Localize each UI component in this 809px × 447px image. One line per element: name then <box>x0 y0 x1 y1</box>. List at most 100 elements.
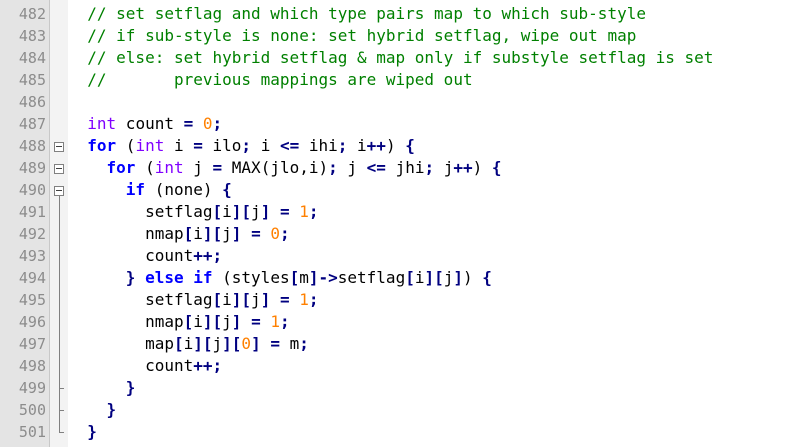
code-token: [ <box>212 290 223 309</box>
code-text[interactable]: // previous mappings are wiped out <box>68 69 473 91</box>
code-token: ( <box>135 158 155 177</box>
code-token: setflag <box>68 290 213 309</box>
fold-minus-icon[interactable] <box>54 186 64 196</box>
code-text[interactable]: setflag[i][j] = 1; <box>68 289 318 311</box>
code-token: ] <box>231 312 242 331</box>
code-text[interactable]: for (int j = MAX(jlo,i); j <= jhi; j++) … <box>68 157 502 179</box>
code-token: else <box>145 268 184 287</box>
code-token: ] <box>453 268 464 287</box>
code-token: i <box>193 312 203 331</box>
code-token: i <box>222 202 232 221</box>
code-token: (none) <box>145 180 223 199</box>
code-text[interactable]: nmap[i][j] = 1; <box>68 311 290 333</box>
line-number: 486 <box>18 93 46 111</box>
code-line[interactable]: 491 setflag[i][j] = 1; <box>0 201 809 223</box>
code-token: <= <box>279 136 300 155</box>
code-token: count <box>68 246 194 265</box>
code-token: [ <box>173 334 184 353</box>
code-line[interactable]: 499 } <box>0 377 809 399</box>
code-line[interactable]: 496 nmap[i][j] = 1; <box>0 311 809 333</box>
code-line[interactable]: 483 // if sub-style is none: set hybrid … <box>0 25 809 47</box>
code-token: // previous mappings are wiped out <box>87 70 473 89</box>
code-token: ][ <box>424 268 444 287</box>
line-number: 485 <box>18 71 46 89</box>
code-line[interactable]: 489 for (int j = MAX(jlo,i); j <= jhi; j… <box>0 157 809 179</box>
code-token: // else: set hybrid setflag & map only i… <box>87 48 714 67</box>
code-token: (styles <box>212 268 290 287</box>
code-line[interactable]: 497 map[i][j][0] = m; <box>0 333 809 355</box>
code-token: nmap <box>68 224 184 243</box>
code-line[interactable]: 486 <box>0 91 809 113</box>
code-line[interactable]: 495 setflag[i][j] = 1; <box>0 289 809 311</box>
code-text[interactable]: setflag[i][j] = 1; <box>68 201 318 223</box>
code-token: [ <box>405 268 415 287</box>
code-token: for <box>106 158 136 177</box>
fold-end-marker <box>59 410 64 411</box>
code-token: j <box>183 158 213 177</box>
code-token: i <box>193 224 203 243</box>
line-number: 493 <box>18 247 46 265</box>
fold-guide-line <box>59 196 60 432</box>
fold-minus-icon[interactable] <box>54 142 64 152</box>
code-line[interactable]: 485 // previous mappings are wiped out <box>0 69 809 91</box>
code-line[interactable]: 482 // set setflag and which type pairs … <box>0 3 809 25</box>
code-token: i <box>347 136 367 155</box>
code-line[interactable]: 487 int count = 0; <box>0 113 809 135</box>
code-token: = <box>279 202 290 221</box>
code-line[interactable]: 488 for (int i = ilo; i <= ihi; i++) { <box>0 135 809 157</box>
code-token: j <box>222 224 232 243</box>
line-number: 500 <box>18 401 46 419</box>
code-token: if <box>193 268 213 287</box>
code-line[interactable]: 492 nmap[i][j] = 0; <box>0 223 809 245</box>
line-number: 492 <box>18 225 46 243</box>
code-text[interactable]: } <box>68 421 97 443</box>
code-token: j <box>222 312 232 331</box>
code-token: ][ <box>222 334 242 353</box>
code-text[interactable]: if (none) { <box>68 179 232 201</box>
code-line[interactable]: 494 } else if (styles[m]->setflag[i][j])… <box>0 267 809 289</box>
fold-end-marker <box>59 388 64 389</box>
code-token: ihi <box>299 136 338 155</box>
code-line[interactable]: 498 count++; <box>0 355 809 377</box>
code-text[interactable]: for (int i = ilo; i <= ihi; i++) { <box>68 135 415 157</box>
code-line[interactable]: 501 } <box>0 421 809 443</box>
code-text[interactable]: // else: set hybrid setflag & map only i… <box>68 47 713 69</box>
code-token: } <box>87 422 97 441</box>
line-number: 501 <box>18 423 46 441</box>
fold-minus-icon[interactable] <box>54 164 64 174</box>
code-text[interactable]: // set setflag and which type pairs map … <box>68 3 646 25</box>
code-line[interactable]: 500 } <box>0 399 809 421</box>
code-token: } <box>125 268 136 287</box>
code-text[interactable]: count++; <box>68 245 222 267</box>
code-text[interactable]: } <box>68 377 136 399</box>
code-text[interactable]: // if sub-style is none: set hybrid setf… <box>68 25 636 47</box>
code-token: ( <box>116 136 136 155</box>
code-text[interactable]: count++; <box>68 355 222 377</box>
code-editor[interactable]: 482 // set setflag and which type pairs … <box>0 0 809 447</box>
code-text[interactable]: map[i][j][0] = m; <box>68 333 309 355</box>
code-token: ++; <box>193 246 223 265</box>
code-token: ilo <box>202 136 242 155</box>
code-text[interactable]: int count = 0; <box>68 113 222 135</box>
code-token: i <box>222 290 232 309</box>
code-token: i <box>251 136 280 155</box>
code-text[interactable]: } else if (styles[m]->setflag[i][j]) { <box>68 267 492 289</box>
line-number: 494 <box>18 269 46 287</box>
code-line[interactable]: 484 // else: set hybrid setflag & map on… <box>0 47 809 69</box>
code-line[interactable]: 493 count++; <box>0 245 809 267</box>
code-text[interactable]: nmap[i][j] = 0; <box>68 223 290 245</box>
line-number: 496 <box>18 313 46 331</box>
line-number: 499 <box>18 379 46 397</box>
code-token: j <box>434 158 454 177</box>
code-token: // set setflag and which type pairs map … <box>87 4 646 23</box>
line-number: 491 <box>18 203 46 221</box>
code-line[interactable]: 490 if (none) { <box>0 179 809 201</box>
code-text[interactable]: } <box>68 399 117 421</box>
